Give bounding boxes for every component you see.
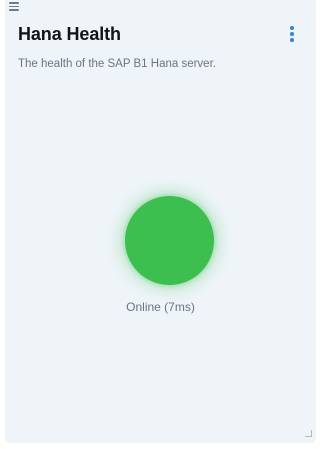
hana-health-widget: Hana Health The health of the SAP B1 Han… bbox=[5, 0, 316, 443]
widget-subtitle: The health of the SAP B1 Hana server. bbox=[18, 58, 216, 70]
hamburger-icon[interactable] bbox=[9, 2, 19, 12]
status-indicator bbox=[125, 196, 214, 285]
kebab-menu-icon[interactable] bbox=[284, 24, 300, 44]
resize-handle[interactable] bbox=[305, 430, 312, 437]
status-text: Online (7ms) bbox=[126, 300, 195, 314]
widget-title: Hana Health bbox=[18, 24, 121, 44]
page: Hana Health The health of the SAP B1 Han… bbox=[0, 0, 321, 449]
